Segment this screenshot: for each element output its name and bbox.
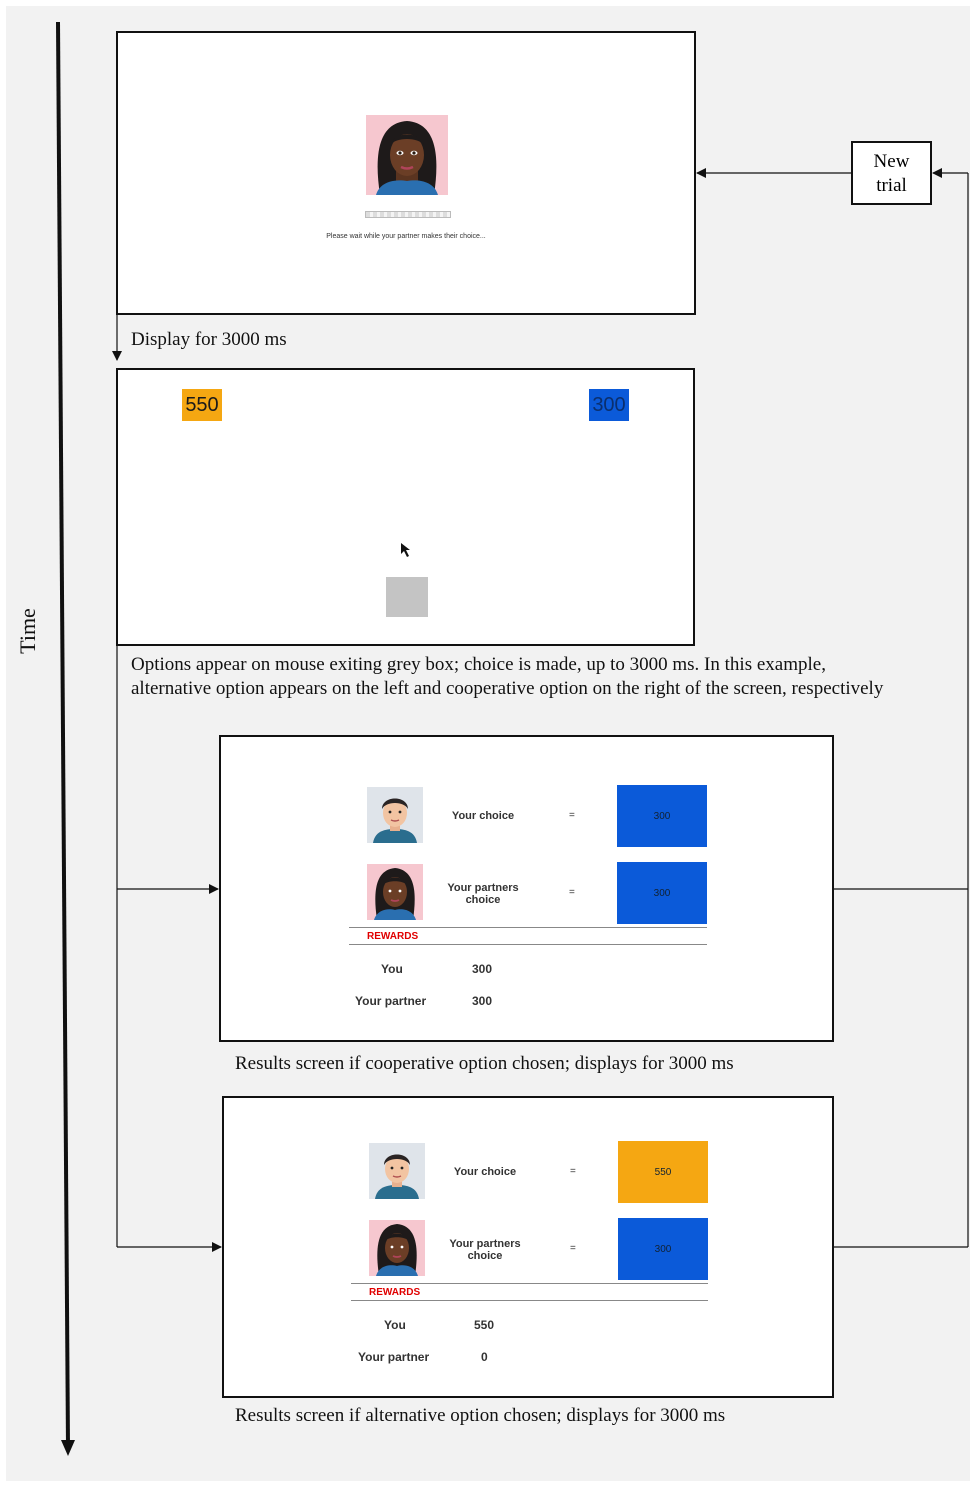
caption-screen2-line2: alternative option appears on the left a… <box>131 678 884 699</box>
your-avatar-male <box>367 787 423 843</box>
caption-screen4: Results screen if alternative option cho… <box>235 1405 726 1426</box>
reward-partner-value: 300 <box>472 994 493 1008</box>
screen-result-cooperative: Your choice = 300 Your partners choice =… <box>219 735 834 1042</box>
screen-result-alternative: Your choice = 550 Your partners choice =… <box>222 1096 834 1398</box>
screen-options: 550 300 <box>116 368 695 646</box>
your-choice-box: 300 <box>617 785 707 847</box>
new-trial-label-line1: New <box>873 151 910 172</box>
caption-screen1: Display for 3000 ms <box>131 329 287 350</box>
mouse-cursor-icon <box>401 543 410 557</box>
rewards-heading: REWARDS <box>369 1287 421 1298</box>
partner-choice-box: 300 <box>618 1218 708 1280</box>
reward-you-label: You <box>384 1318 406 1332</box>
caption-screen2-line1: Options appear on mouse exiting grey box… <box>131 654 826 675</box>
partner-avatar-female <box>367 864 423 920</box>
your-choice-equals: = <box>569 810 575 821</box>
time-axis-arrow <box>56 21 70 1449</box>
your-choice-label: Your choice <box>451 810 515 822</box>
reward-partner-value: 0 <box>481 1350 488 1364</box>
your-avatar-male <box>369 1143 425 1199</box>
grey-start-box[interactable] <box>386 577 428 617</box>
time-axis-arrowhead <box>61 1440 75 1456</box>
new-trial-box: New trial <box>851 141 932 205</box>
partner-choice-label: Your partners choice <box>445 1238 525 1262</box>
partner-choice-label-line1: Your partners <box>449 1238 521 1250</box>
reward-partner-label: Your partner <box>355 994 427 1008</box>
rewards-heading: REWARDS <box>367 931 419 942</box>
your-choice-label: Your choice <box>453 1166 517 1178</box>
rewards-rule-top <box>351 1283 708 1284</box>
partner-choice-box: 300 <box>617 862 707 924</box>
new-trial-label-line2: trial <box>876 175 907 196</box>
reward-you-value: 550 <box>474 1318 495 1332</box>
partner-choice-equals: = <box>569 887 575 898</box>
reward-you-label: You <box>381 962 403 976</box>
screen-waiting: Please wait while your partner makes the… <box>116 31 696 315</box>
partner-choice-label-line1: Your partners <box>447 882 519 894</box>
partner-avatar-female <box>366 115 448 195</box>
partner-choice-label-line2: choice <box>467 1250 503 1262</box>
rewards-rule-bottom <box>349 944 707 945</box>
rewards-rule-top <box>349 927 707 928</box>
cooperative-option-button[interactable]: 300 <box>589 389 629 421</box>
caption-screen3: Results screen if cooperative option cho… <box>235 1053 734 1074</box>
partner-choice-equals: = <box>570 1243 576 1254</box>
your-choice-equals: = <box>570 1166 576 1177</box>
alternative-option-button[interactable]: 550 <box>182 389 222 421</box>
your-choice-box: 550 <box>618 1141 708 1203</box>
rewards-rule-bottom <box>351 1300 708 1301</box>
partner-avatar-female <box>369 1220 425 1276</box>
loading-bar <box>365 211 451 218</box>
waiting-message: Please wait while your partner makes the… <box>326 233 486 240</box>
partner-choice-label: Your partners choice <box>443 882 523 906</box>
partner-choice-label-line2: choice <box>465 894 501 906</box>
time-axis-label: Time <box>15 608 40 654</box>
reward-you-value: 300 <box>472 962 493 976</box>
reward-partner-label: Your partner <box>358 1350 430 1364</box>
